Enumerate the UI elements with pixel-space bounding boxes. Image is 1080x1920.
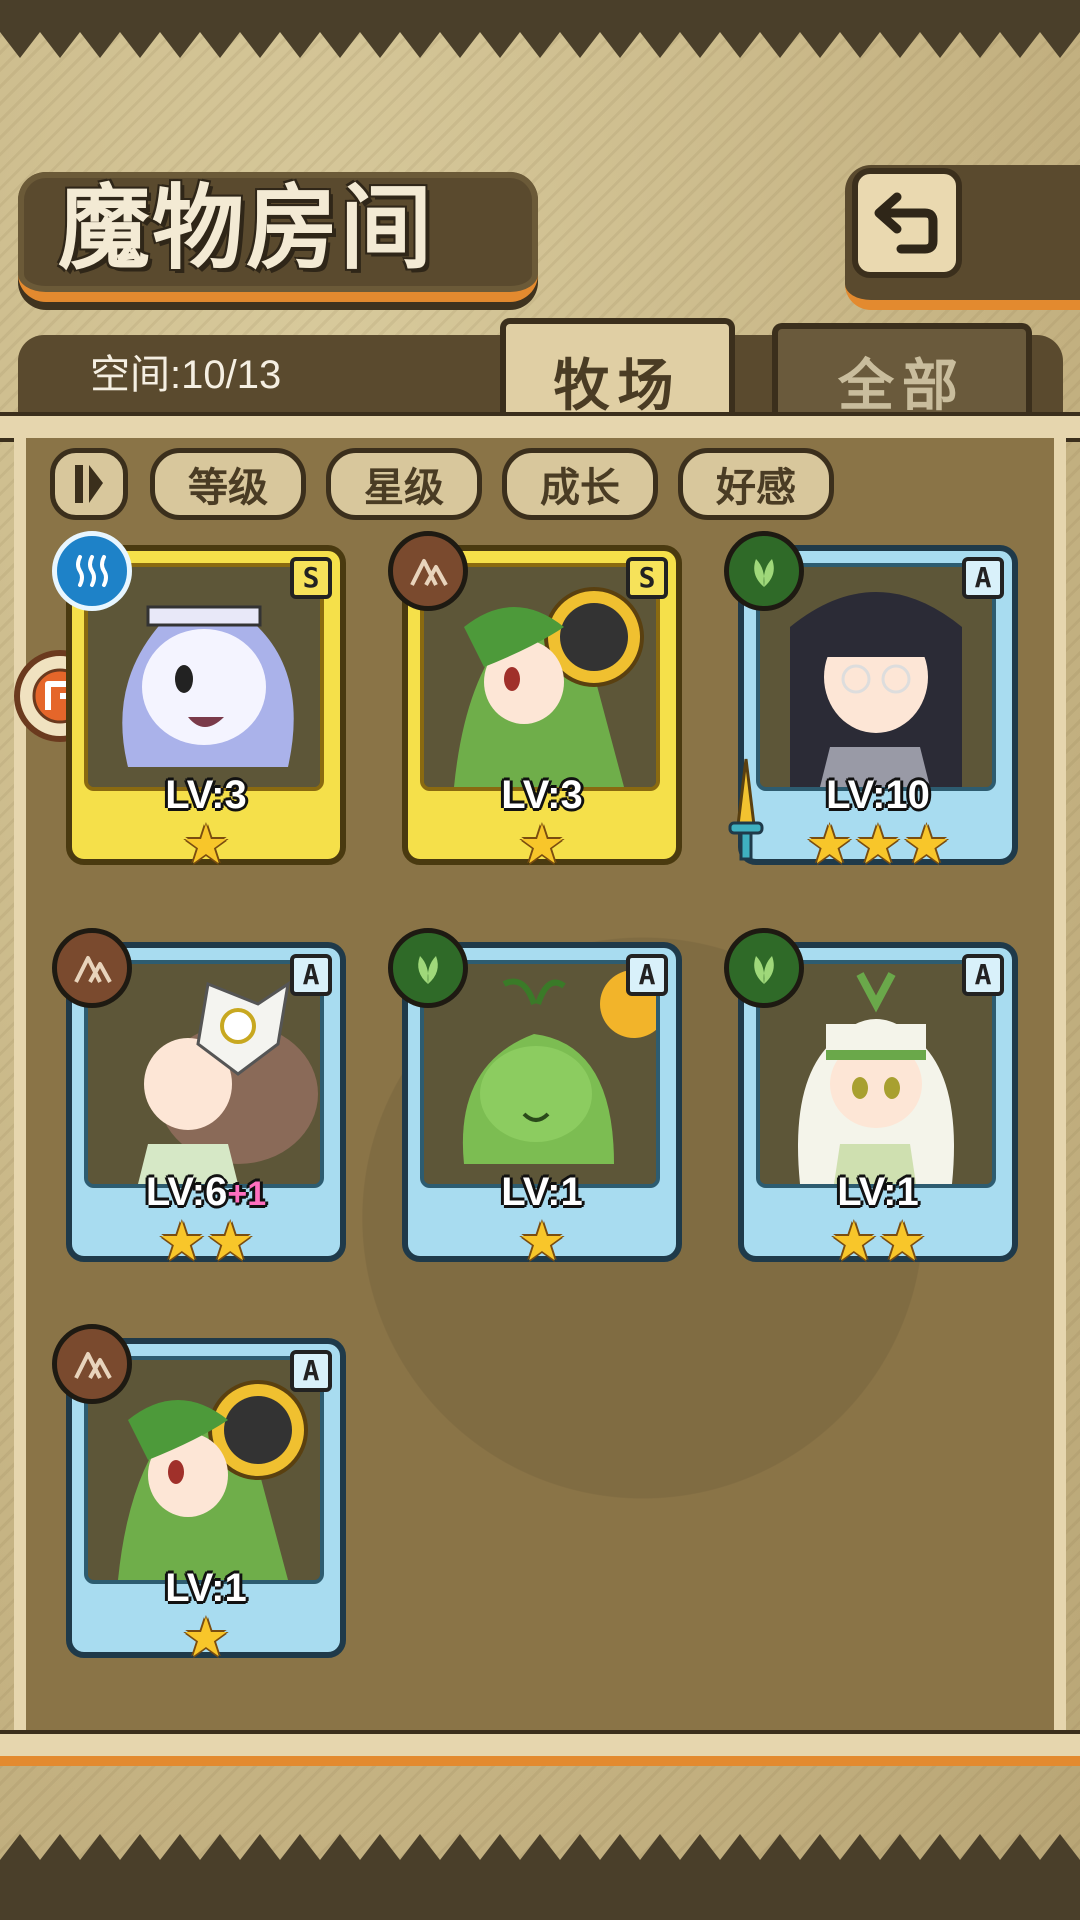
level-label: LV:1 xyxy=(837,1170,919,1214)
earth-element-icon xyxy=(52,1324,132,1404)
water-element-icon xyxy=(52,531,132,611)
capacity-label: 空间:10/13 xyxy=(90,353,282,397)
star-rating: ★ xyxy=(517,1210,567,1273)
star-rating: ★ xyxy=(181,1606,231,1669)
level-label: LV:3 xyxy=(165,773,247,817)
monster-card[interactable]: S LV:3 ★ xyxy=(52,531,346,885)
rank-badge: A xyxy=(962,557,1004,599)
star-rating: ★ xyxy=(181,813,231,876)
plant-element-icon xyxy=(724,531,804,611)
star-rating: ★★★ xyxy=(805,813,951,876)
page-title: 魔物房间 xyxy=(58,174,435,282)
top-zigzag-border xyxy=(0,0,1080,58)
rank-badge: A xyxy=(290,954,332,996)
rank-badge: A xyxy=(290,1350,332,1392)
monster-card[interactable]: A LV:10 ★★★ xyxy=(724,531,1018,885)
panel-bottom-edge xyxy=(0,1756,1080,1766)
star-rating: ★★ xyxy=(829,1210,927,1273)
return-arrow-icon xyxy=(874,192,938,254)
rank-badge: S xyxy=(626,557,668,599)
level-label: LV:1 xyxy=(501,1170,583,1214)
monster-card[interactable]: A LV:1 ★ xyxy=(52,1324,346,1678)
star-rating: ★★ xyxy=(157,1210,255,1273)
rank-badge: S xyxy=(290,557,332,599)
sort-by-level-button[interactable]: 等级 xyxy=(150,448,306,520)
sort-order-toggle-icon xyxy=(75,465,103,503)
sort-by-affection-button[interactable]: 好感 xyxy=(678,448,834,520)
earth-element-icon xyxy=(52,928,132,1008)
sort-order-toggle[interactable] xyxy=(50,448,128,520)
level-label: LV:10 xyxy=(826,773,930,817)
earth-element-icon xyxy=(388,531,468,611)
monster-card[interactable]: A LV:1 ★ xyxy=(388,928,682,1282)
rank-badge: A xyxy=(962,954,1004,996)
sort-by-growth-button[interactable]: 成长 xyxy=(502,448,658,520)
monster-card[interactable]: S LV:3 ★ xyxy=(388,531,682,885)
sort-by-stars-button[interactable]: 星级 xyxy=(326,448,482,520)
bottom-zigzag-border xyxy=(0,1834,1080,1920)
level-bonus: +1 xyxy=(227,1175,267,1213)
star-rating: ★ xyxy=(517,813,567,876)
plant-element-icon xyxy=(388,928,468,1008)
plant-element-icon xyxy=(724,928,804,1008)
monster-card[interactable]: A LV:6+1 ★★ xyxy=(52,928,346,1282)
level-label: LV:1 xyxy=(165,1566,247,1610)
back-button[interactable] xyxy=(852,168,962,278)
level-label: LV:6+1 xyxy=(145,1170,267,1214)
level-label: LV:3 xyxy=(501,773,583,817)
monster-card[interactable]: A LV:1 ★★ xyxy=(724,928,1018,1282)
rank-badge: A xyxy=(626,954,668,996)
